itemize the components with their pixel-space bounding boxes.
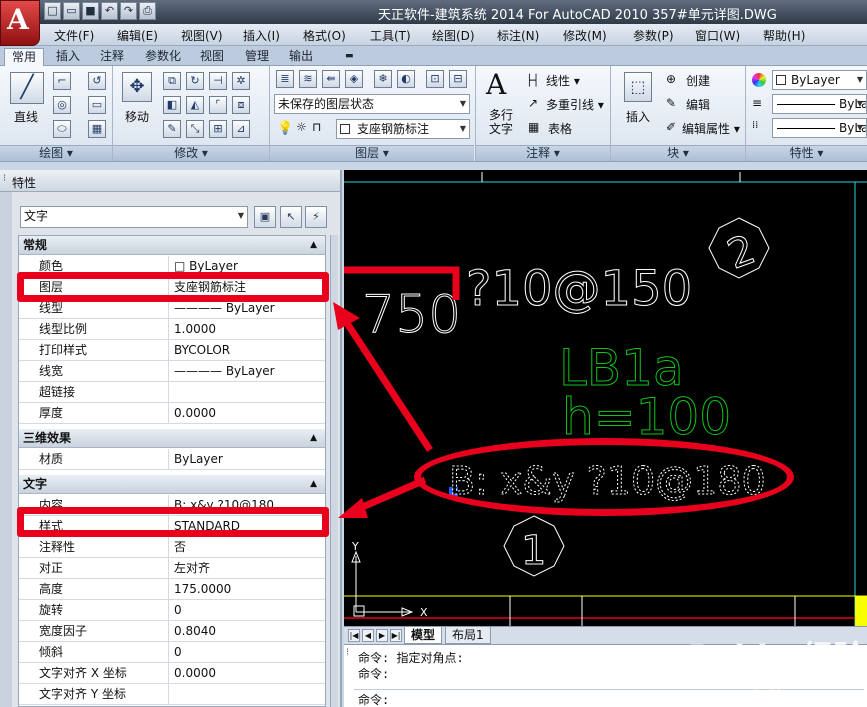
watermark-url: jingyan.baidu.com — [755, 676, 866, 690]
arrow-to-layer-line — [342, 318, 433, 452]
autocad-logo-icon: A — [7, 3, 29, 36]
arrow-to-style-line — [358, 476, 427, 512]
annotation-arrows — [333, 266, 460, 518]
watermark-text: Baidu 经验 — [688, 638, 866, 676]
bracket-line — [344, 266, 460, 300]
arrow-to-style-head-icon — [338, 498, 368, 518]
autocad-window: 天正软件-建筑系统 2014 For AutoCAD 2010 357#单元详图… — [0, 0, 867, 707]
baidu-watermark: Baidu 经验 jingyan.baidu.com — [688, 632, 866, 690]
application-menu-button[interactable]: A — [0, 0, 40, 46]
